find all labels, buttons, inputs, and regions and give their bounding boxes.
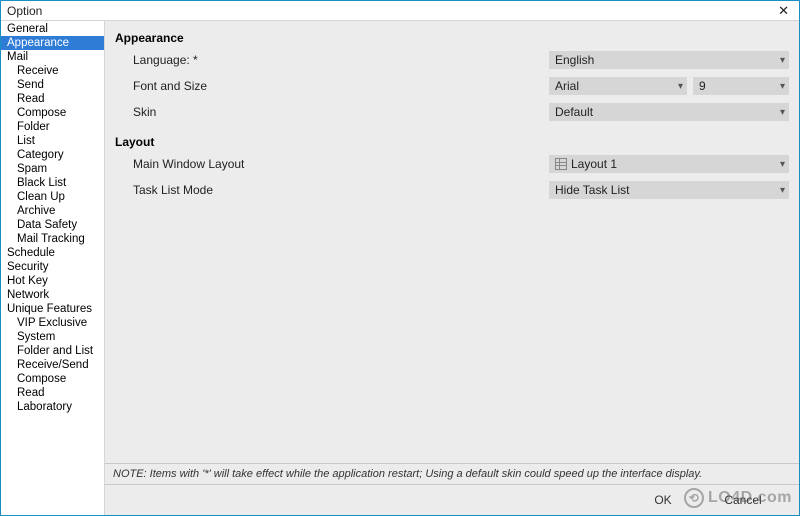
row-skin: Skin Default ▾ (115, 103, 789, 121)
sidebar-item-label: Folder and List (17, 345, 93, 357)
sidebar-item-list[interactable]: List (1, 134, 104, 148)
sidebar-item-vip-exclusive[interactable]: VIP Exclusive (1, 316, 104, 330)
sidebar-item-label: Category (17, 149, 64, 161)
sidebar-item-data-safety[interactable]: Data Safety (1, 218, 104, 232)
sidebar-item-label: Mail Tracking (17, 233, 85, 245)
sidebar-item-label: General (7, 23, 48, 35)
combo-task-list-mode-value: Hide Task List (555, 183, 629, 197)
sidebar-item-label: Appearance (7, 37, 69, 49)
label-language: Language: * (115, 53, 245, 67)
main-panel: Appearance Language: * English ▾ Font an… (105, 21, 799, 515)
main-scroll: Appearance Language: * English ▾ Font an… (105, 21, 799, 463)
sidebar-item-label: Network (7, 289, 49, 301)
sidebar-item-label: Hot Key (7, 275, 48, 287)
sidebar-item-read[interactable]: Read (1, 386, 104, 400)
sidebar-item-label: Laboratory (17, 401, 72, 413)
sidebar-item-hot-key[interactable]: Hot Key (1, 274, 104, 288)
sidebar-item-label: Clean Up (17, 191, 65, 203)
row-main-window-layout: Main Window Layout Layout 1 ▾ (115, 155, 789, 173)
sidebar-item-label: Unique Features (7, 303, 92, 315)
sidebar-item-unique-features[interactable]: Unique Features (1, 302, 104, 316)
sidebar-item-label: Archive (17, 205, 55, 217)
label-skin: Skin (115, 105, 245, 119)
combo-language-value: English (555, 53, 594, 67)
sidebar-item-clean-up[interactable]: Clean Up (1, 190, 104, 204)
chevron-down-icon: ▾ (780, 107, 785, 118)
sidebar-item-label: Compose (17, 373, 66, 385)
combo-skin[interactable]: Default ▾ (549, 103, 789, 121)
sidebar-item-label: Schedule (7, 247, 55, 259)
sidebar-item-appearance[interactable]: Appearance (1, 36, 104, 50)
combo-main-window-layout-value: Layout 1 (571, 157, 617, 171)
chevron-down-icon: ▾ (780, 185, 785, 196)
sidebar-item-compose[interactable]: Compose (1, 372, 104, 386)
sidebar-item-label: Data Safety (17, 219, 77, 231)
content-area: General Appearance Mail Receive Send Read Comp… (1, 21, 799, 515)
layout-icon (555, 158, 567, 170)
sidebar-item-label: VIP Exclusive (17, 317, 87, 329)
close-icon[interactable]: ✕ (774, 3, 793, 19)
row-language: Language: * English ▾ (115, 51, 789, 69)
combo-main-window-layout[interactable]: Layout 1 ▾ (549, 155, 789, 173)
sidebar-item-label: Spam (17, 163, 47, 175)
sidebar-item-folder[interactable]: Folder (1, 120, 104, 134)
sidebar-item-label: Folder (17, 121, 50, 133)
sidebar-item-label: Read (17, 387, 45, 399)
label-main-window-layout: Main Window Layout (115, 157, 245, 171)
sidebar-item-label: System (17, 331, 55, 343)
sidebar-item-label: List (17, 135, 35, 147)
label-task-list-mode: Task List Mode (115, 183, 245, 197)
sidebar-item-system[interactable]: System (1, 330, 104, 344)
window-title: Option (7, 4, 42, 18)
button-bar: OK Cancel (105, 484, 799, 515)
sidebar-item-label: Black List (17, 177, 66, 189)
sidebar-item-receive-send[interactable]: Receive/Send (1, 358, 104, 372)
option-window: Option ✕ General Appearance Mail Receive Sen… (0, 0, 800, 516)
sidebar-item-read[interactable]: Read (1, 92, 104, 106)
sidebar-item-compose[interactable]: Compose (1, 106, 104, 120)
combo-font-size-value: 9 (699, 79, 706, 93)
sidebar-item-label: Receive (17, 65, 59, 77)
appearance-heading: Appearance (115, 31, 789, 45)
combo-task-list-mode[interactable]: Hide Task List ▾ (549, 181, 789, 199)
chevron-down-icon: ▾ (678, 81, 683, 92)
chevron-down-icon: ▾ (780, 55, 785, 66)
sidebar-item-label: Receive/Send (17, 359, 89, 371)
sidebar-item-schedule[interactable]: Schedule (1, 246, 104, 260)
layout-heading: Layout (115, 135, 789, 149)
sidebar-item-label: Security (7, 261, 49, 273)
sidebar-item-general[interactable]: General (1, 22, 104, 36)
sidebar-item-laboratory[interactable]: Laboratory (1, 400, 104, 414)
row-task-list-mode: Task List Mode Hide Task List ▾ (115, 181, 789, 199)
sidebar-item-label: Send (17, 79, 44, 91)
note-text: NOTE: Items with '*' will take effect wh… (105, 463, 799, 484)
sidebar-item-label: Mail (7, 51, 28, 63)
sidebar-item-label: Read (17, 93, 45, 105)
sidebar-item-network[interactable]: Network (1, 288, 104, 302)
sidebar-item-category[interactable]: Category (1, 148, 104, 162)
sidebar-item-mail[interactable]: Mail (1, 50, 104, 64)
sidebar-item-folder-and-list[interactable]: Folder and List (1, 344, 104, 358)
sidebar-item-send[interactable]: Send (1, 78, 104, 92)
sidebar-item-archive[interactable]: Archive (1, 204, 104, 218)
combo-font[interactable]: Arial ▾ (549, 77, 687, 95)
titlebar: Option ✕ (1, 1, 799, 21)
chevron-down-icon: ▾ (780, 81, 785, 92)
label-font: Font and Size (115, 79, 245, 93)
sidebar-item-black-list[interactable]: Black List (1, 176, 104, 190)
sidebar-item-mail-tracking[interactable]: Mail Tracking (1, 232, 104, 246)
ok-button[interactable]: OK (633, 491, 693, 509)
sidebar-item-receive[interactable]: Receive (1, 64, 104, 78)
row-font: Font and Size Arial ▾ 9 ▾ (115, 77, 789, 95)
combo-skin-value: Default (555, 105, 593, 119)
sidebar-item-label: Compose (17, 107, 66, 119)
sidebar-item-spam[interactable]: Spam (1, 162, 104, 176)
combo-language[interactable]: English ▾ (549, 51, 789, 69)
combo-font-value: Arial (555, 79, 579, 93)
chevron-down-icon: ▾ (780, 159, 785, 170)
sidebar-item-security[interactable]: Security (1, 260, 104, 274)
sidebar: General Appearance Mail Receive Send Read Comp… (1, 21, 105, 515)
combo-font-size[interactable]: 9 ▾ (693, 77, 789, 95)
cancel-button[interactable]: Cancel (713, 491, 773, 509)
